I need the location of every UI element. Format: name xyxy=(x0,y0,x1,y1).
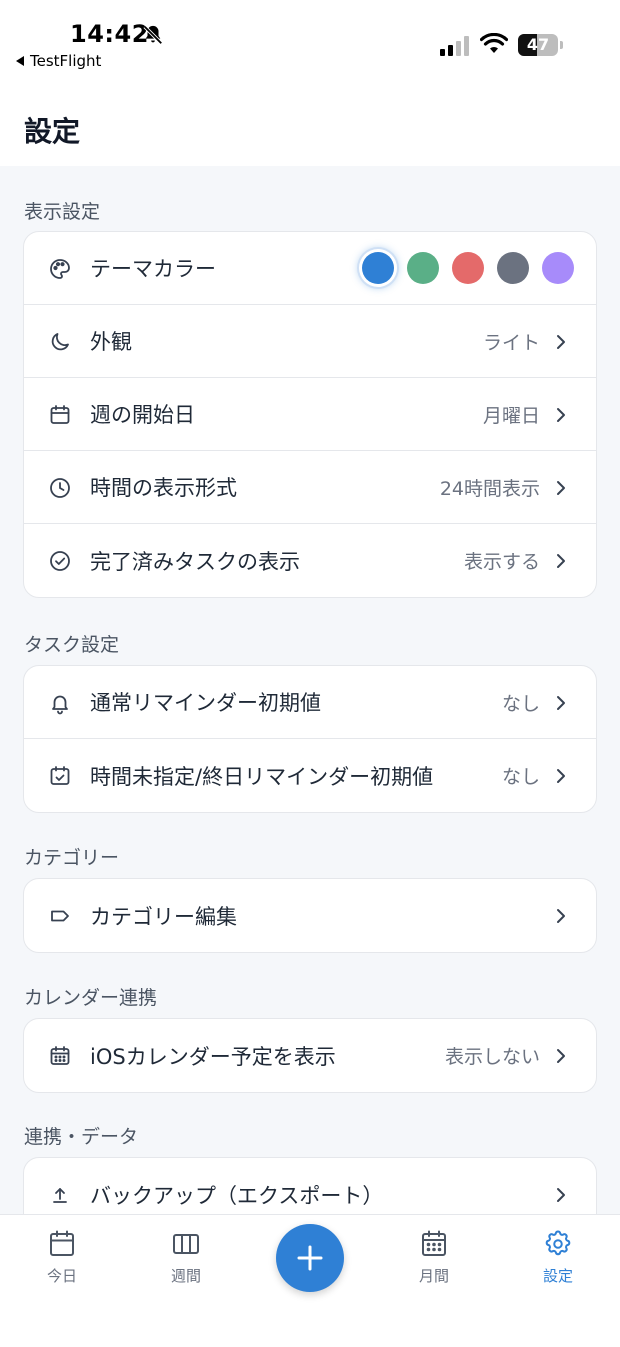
category-edit-row[interactable]: カテゴリー編集 xyxy=(24,879,596,952)
chevron-right-icon xyxy=(557,554,565,568)
task-settings-card: 通常リマインダー初期値 なし 時間未指定/終日リマインダー初期値 なし xyxy=(23,665,597,813)
allday-reminder-default-row[interactable]: 時間未指定/終日リマインダー初期値 なし xyxy=(24,739,596,812)
chevron-right-icon xyxy=(557,1049,565,1063)
week-start-label: 週の開始日 xyxy=(90,403,195,427)
theme-color-label: テーマカラー xyxy=(90,257,216,281)
color-swatch-purple[interactable] xyxy=(542,252,574,284)
color-swatch-blue[interactable] xyxy=(362,252,394,284)
section-title-data: 連携・データ xyxy=(24,1126,139,1148)
calendar-check-icon xyxy=(50,766,70,785)
calendar-icon xyxy=(50,405,70,424)
completed-tasks-row[interactable]: 完了済みタスクの表示 表示する xyxy=(24,524,596,597)
tag-icon xyxy=(51,910,69,922)
tab-settings-label: 設定 xyxy=(542,1267,573,1285)
clock-icon xyxy=(50,478,70,498)
completed-tasks-label: 完了済みタスクの表示 xyxy=(90,549,300,574)
bell-icon xyxy=(52,695,68,715)
moon-icon xyxy=(51,333,69,351)
tab-today-label: 今日 xyxy=(46,1267,77,1285)
theme-color-row: テーマカラー xyxy=(24,232,596,305)
upload-icon xyxy=(53,1188,67,1203)
chevron-right-icon xyxy=(557,909,565,923)
appearance-label: 外観 xyxy=(90,330,132,354)
time-format-label: 時間の表示形式 xyxy=(90,476,237,500)
status-time: 14:42 xyxy=(70,20,149,48)
backup-label: バックアップ（エクスポート） xyxy=(90,1183,384,1208)
tab-week[interactable]: 週間 xyxy=(141,1229,231,1286)
tab-today[interactable]: 今日 xyxy=(17,1229,107,1286)
completed-tasks-value: 表示する xyxy=(463,551,540,573)
appearance-value: ライト xyxy=(482,331,540,354)
calendar-card: iOSカレンダー予定を表示 表示しない xyxy=(23,1018,597,1093)
battery-level: 47 xyxy=(526,35,550,54)
allday-reminder-default-label: 時間未指定/終日リマインダー初期値 xyxy=(90,764,434,789)
back-triangle-icon xyxy=(16,56,24,66)
section-title-calendar: カレンダー連携 xyxy=(24,987,158,1009)
check-circle-icon xyxy=(50,551,70,571)
week-start-row[interactable]: 週の開始日 月曜日 xyxy=(24,378,596,451)
section-title-display: 表示設定 xyxy=(24,201,101,223)
category-card: カテゴリー編集 xyxy=(23,878,597,953)
add-task-button[interactable] xyxy=(276,1224,344,1292)
theme-color-swatches xyxy=(362,252,574,284)
palette-icon xyxy=(50,259,70,279)
chevron-right-icon xyxy=(557,696,565,710)
back-app-label: TestFlight xyxy=(30,52,102,70)
tab-month[interactable]: 月間 xyxy=(389,1229,479,1286)
section-title-category: カテゴリー xyxy=(24,847,120,869)
calendar-grid-icon xyxy=(422,1230,446,1256)
calendar-grid-icon xyxy=(50,1046,70,1065)
category-edit-label: カテゴリー編集 xyxy=(90,904,237,929)
calendar-icon xyxy=(50,1230,74,1256)
page-header: 設定 xyxy=(0,80,620,166)
week-start-value: 月曜日 xyxy=(482,404,540,427)
backup-row[interactable]: バックアップ（エクスポート） xyxy=(24,1158,596,1214)
color-swatch-gray[interactable] xyxy=(497,252,529,284)
display-settings-card: テーマカラー 外観 ライト 週の開始日 月曜日 時間の表示形式 24時間表示 完… xyxy=(23,231,597,598)
reminder-default-row[interactable]: 通常リマインダー初期値 なし xyxy=(24,666,596,739)
columns-icon xyxy=(173,1234,199,1254)
bell-off-icon xyxy=(143,25,163,45)
data-card: バックアップ（エクスポート） xyxy=(23,1157,597,1214)
page-title: 設定 xyxy=(24,115,81,148)
back-to-app-link[interactable]: TestFlight xyxy=(16,52,101,70)
wifi-icon xyxy=(480,33,508,53)
tab-settings[interactable]: 設定 xyxy=(513,1229,603,1286)
signal-icon xyxy=(440,36,469,56)
battery-indicator: 47 xyxy=(518,34,564,56)
allday-reminder-default-value: なし xyxy=(501,766,540,788)
plus-icon xyxy=(297,1245,323,1271)
time-format-value: 24時間表示 xyxy=(439,477,540,500)
chevron-right-icon xyxy=(557,408,565,422)
color-swatch-red[interactable] xyxy=(452,252,484,284)
tab-bar: 今日 週間 月間 設定 xyxy=(0,1214,620,1347)
ios-calendar-row[interactable]: iOSカレンダー予定を表示 表示しない xyxy=(24,1019,596,1092)
chevron-right-icon xyxy=(557,1188,565,1202)
ios-calendar-value: 表示しない xyxy=(444,1046,540,1068)
section-title-task: タスク設定 xyxy=(24,634,120,656)
chevron-right-icon xyxy=(557,335,565,349)
tab-week-label: 週間 xyxy=(170,1267,201,1285)
tab-month-label: 月間 xyxy=(418,1267,449,1285)
appearance-row[interactable]: 外観 ライト xyxy=(24,305,596,378)
color-swatch-green[interactable] xyxy=(407,252,439,284)
settings-scroll-area[interactable]: 表示設定 テーマカラー 外観 ライト 週の開始日 月曜日 時間の表示形式 24時… xyxy=(0,166,620,1214)
ios-calendar-label: iOSカレンダー予定を表示 xyxy=(90,1044,336,1069)
time-format-row[interactable]: 時間の表示形式 24時間表示 xyxy=(24,451,596,524)
chevron-right-icon xyxy=(557,769,565,783)
reminder-default-label: 通常リマインダー初期値 xyxy=(90,691,321,715)
gear-icon xyxy=(545,1230,571,1256)
status-bar: 14:42 TestFlight 47 xyxy=(0,0,620,80)
chevron-right-icon xyxy=(557,481,565,495)
reminder-default-value: なし xyxy=(501,692,540,715)
